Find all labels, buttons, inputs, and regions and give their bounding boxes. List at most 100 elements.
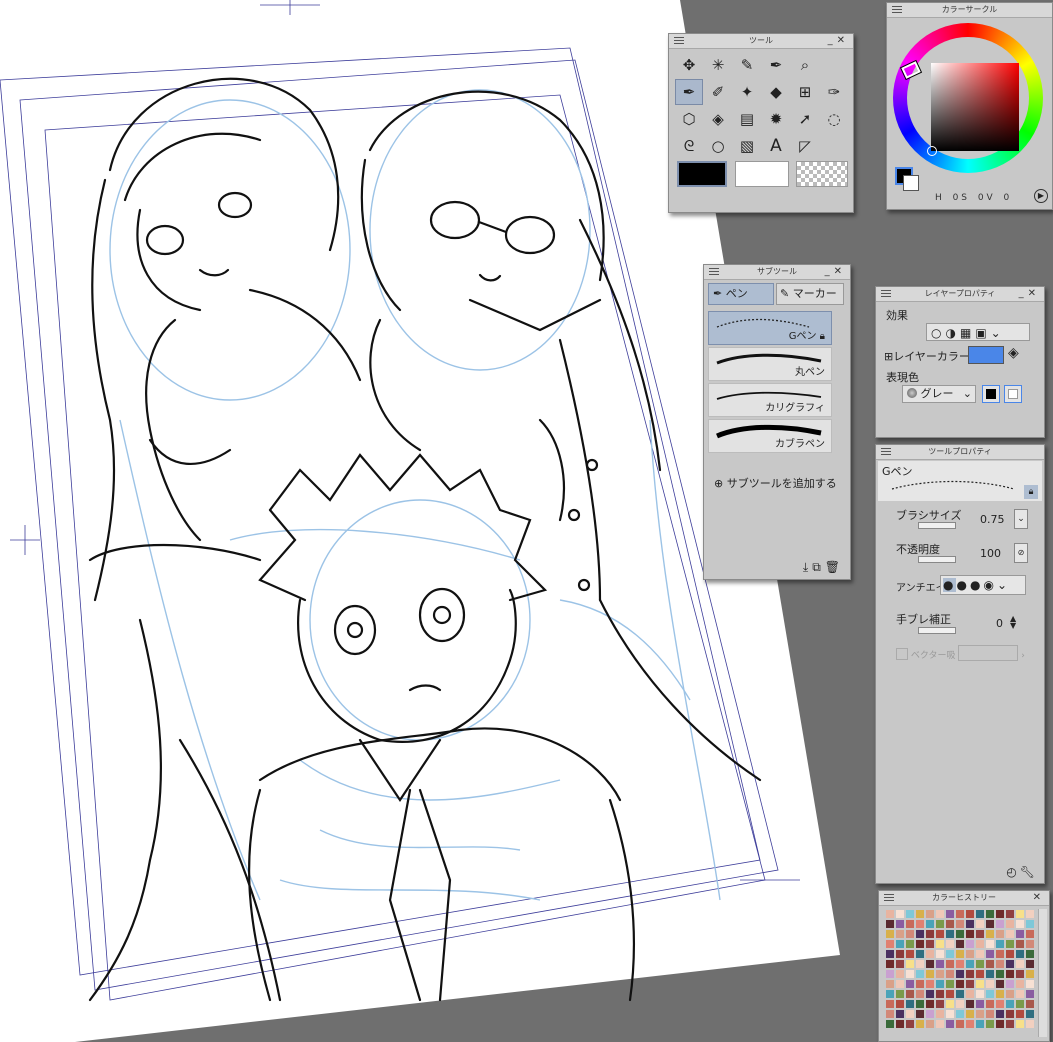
history-swatch[interactable] [885,989,895,999]
history-swatch[interactable] [985,989,995,999]
history-swatch[interactable] [1005,1019,1015,1029]
ellipse-icon[interactable]: ○ [704,133,732,159]
history-swatch[interactable] [925,949,935,959]
history-swatch[interactable] [915,949,925,959]
pen-nib-icon[interactable]: ✒ [762,52,790,78]
subtool-item-marupen[interactable]: 丸ペン [708,347,832,381]
history-swatch[interactable] [1005,929,1015,939]
history-swatch[interactable] [1025,959,1035,969]
history-swatch[interactable] [905,959,915,969]
expression-select[interactable]: グレー ⌄ [902,385,976,403]
history-swatch[interactable] [935,989,945,999]
history-swatch[interactable] [935,1009,945,1019]
object-select-icon[interactable]: ➚ [791,106,819,132]
history-swatch[interactable] [1025,979,1035,989]
antialias-medium-icon[interactable]: ● [970,578,983,592]
saturation-value-square[interactable] [931,63,1019,151]
fill-icon[interactable]: ◈ [704,106,732,132]
history-swatch[interactable] [955,969,965,979]
lasso-dotted-icon[interactable]: ◌ [820,106,848,132]
history-swatch[interactable] [945,909,955,919]
lasso-icon[interactable]: ᘓ [675,133,703,159]
history-swatch[interactable] [925,969,935,979]
history-swatch[interactable] [885,979,895,989]
layer-color-effect-icon[interactable]: ▣ [975,326,990,340]
history-swatch[interactable] [945,959,955,969]
history-swatch[interactable] [935,939,945,949]
history-scrollbar[interactable] [1038,909,1047,1037]
history-swatch[interactable] [985,949,995,959]
history-swatch[interactable] [945,1019,955,1029]
history-swatch[interactable] [915,939,925,949]
history-swatch[interactable] [895,989,905,999]
history-swatch[interactable] [975,1009,985,1019]
history-swatch[interactable] [895,939,905,949]
sub-color-swatch[interactable] [735,161,789,187]
history-swatch[interactable] [995,909,1005,919]
history-swatch[interactable] [965,959,975,969]
history-swatch[interactable] [995,989,1005,999]
history-swatch[interactable] [1015,959,1025,969]
history-swatch[interactable] [945,979,955,989]
cube-icon[interactable]: ⬡ [675,106,703,132]
history-swatch[interactable] [975,919,985,929]
fill-bucket-icon[interactable]: ◈ [1008,345,1019,361]
history-swatch[interactable] [1005,949,1015,959]
history-swatch[interactable] [885,949,895,959]
panel-controls[interactable]: ✕ [1033,891,1045,905]
history-swatch[interactable] [935,1019,945,1029]
history-swatch[interactable] [925,929,935,939]
history-swatch[interactable] [945,939,955,949]
history-swatch[interactable] [945,949,955,959]
panel-controls[interactable]: _✕ [1019,287,1040,301]
history-swatch[interactable] [1015,1019,1025,1029]
history-swatch[interactable] [955,979,965,989]
history-swatch[interactable] [1015,979,1025,989]
history-swatch[interactable] [955,949,965,959]
history-swatch[interactable] [965,949,975,959]
text-icon[interactable]: A [762,133,790,159]
history-swatch[interactable] [995,969,1005,979]
download-icon[interactable]: ⤓ [803,560,812,574]
history-swatch[interactable] [985,999,995,1009]
history-swatch[interactable] [885,919,895,929]
border-effect-icon[interactable]: ○ [931,326,945,340]
history-swatch[interactable] [1015,999,1025,1009]
subtool-item-kaburapen[interactable]: カブラペン [708,419,832,453]
history-swatch[interactable] [925,989,935,999]
history-swatch[interactable] [1005,959,1015,969]
history-swatch[interactable] [935,949,945,959]
history-swatch[interactable] [995,1019,1005,1029]
history-swatch[interactable] [965,1009,975,1019]
layer-property-titlebar[interactable]: レイヤープロパティ _✕ [876,287,1044,302]
expand-icon[interactable]: ⊞ [884,350,893,363]
history-swatch[interactable] [985,919,995,929]
history-swatch[interactable] [905,949,915,959]
history-swatch[interactable] [955,1019,965,1029]
history-swatch[interactable] [965,929,975,939]
history-swatch[interactable] [985,959,995,969]
history-swatch[interactable] [1025,939,1035,949]
history-swatch[interactable] [975,909,985,919]
triangle-icon[interactable]: ◸ [791,133,819,159]
history-swatch[interactable] [885,999,895,1009]
history-swatch[interactable] [925,959,935,969]
history-swatch[interactable] [1015,949,1025,959]
history-swatch[interactable] [965,909,975,919]
history-swatch[interactable] [915,989,925,999]
history-swatch[interactable] [965,919,975,929]
history-swatch[interactable] [895,969,905,979]
history-swatch[interactable] [995,959,1005,969]
history-swatch[interactable] [1015,989,1025,999]
history-swatch[interactable] [955,929,965,939]
history-swatch[interactable] [1025,909,1035,919]
eraser-icon[interactable]: ◆ [762,79,790,105]
chevron-right-icon[interactable]: › [1021,651,1025,661]
history-swatch[interactable] [995,979,1005,989]
history-swatch[interactable] [895,909,905,919]
history-swatch[interactable] [895,919,905,929]
history-swatch[interactable] [965,939,975,949]
history-swatch[interactable] [945,989,955,999]
history-swatch[interactable] [995,919,1005,929]
tone-effect-icon[interactable]: ▦ [960,326,975,340]
